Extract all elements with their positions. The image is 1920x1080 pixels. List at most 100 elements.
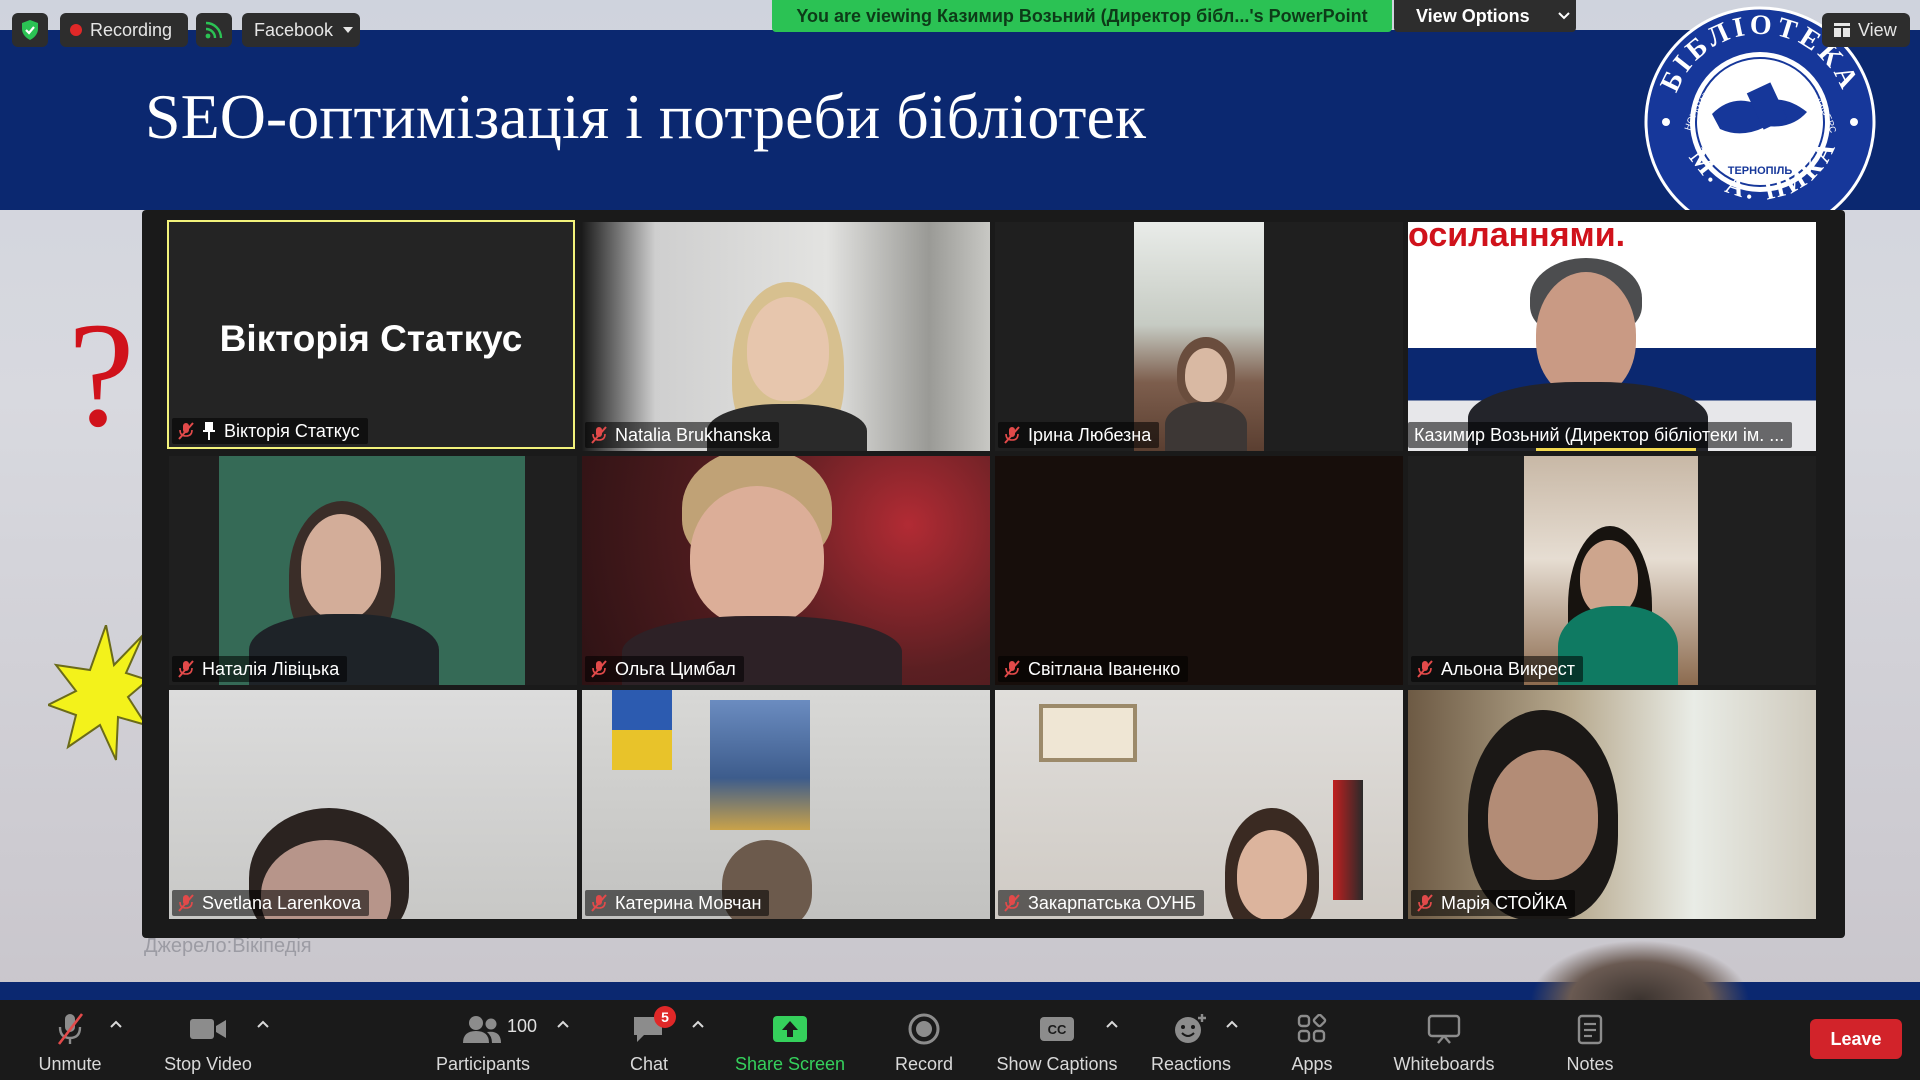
participant-name: Ольга Цимбал (615, 658, 736, 679)
reactions-options-caret-icon[interactable] (1224, 1016, 1240, 1032)
caret-down-icon (343, 27, 354, 33)
record-button[interactable]: Record (884, 1000, 964, 1080)
participants-icon (463, 1016, 501, 1043)
participant-name-tag: Марія СТОЙКА (1411, 890, 1575, 916)
unmute-button[interactable]: Unmute (28, 1000, 112, 1080)
participants-button[interactable]: 100 Participants (432, 1000, 538, 1080)
view-options-button[interactable]: View Options (1394, 0, 1576, 32)
whiteboards-button[interactable]: Whiteboards (1385, 1000, 1503, 1080)
presenter-video-peek (1530, 940, 1750, 1000)
participant-name: Наталія Лівіцька (202, 658, 340, 679)
flag-in-background (612, 730, 672, 770)
notes-label: Notes (1566, 1054, 1614, 1074)
share-screen-label: Share Screen (734, 1054, 846, 1074)
view-options-label: View Options (1416, 5, 1530, 26)
gallery-view: Вікторія Статкус Вікторія Статкус Natali… (142, 210, 1845, 938)
participant-tile[interactable]: Natalia Brukhanska (582, 222, 990, 451)
mic-muted-icon (591, 894, 607, 912)
record-icon (908, 1013, 940, 1045)
video-options-caret-icon[interactable] (255, 1016, 271, 1032)
participant-name: Svetlana Larenkova (202, 892, 362, 913)
meeting-toolbar: Unmute Stop Video 100 Participants 5 Cha… (0, 1000, 1920, 1080)
participant-name-tag: Наталія Лівіцька (172, 656, 348, 682)
participant-name-tag: Альона Викрест (1411, 656, 1584, 682)
reactions-button[interactable]: Reactions (1145, 1000, 1237, 1080)
chat-label: Chat (629, 1054, 669, 1074)
video-camera-icon (190, 1019, 226, 1039)
mic-muted-icon (1417, 660, 1433, 678)
participant-name: Закарпатська ОУНБ (1028, 892, 1197, 913)
captions-options-caret-icon[interactable] (1104, 1016, 1120, 1032)
apps-icon (1297, 1014, 1327, 1043)
whiteboards-label: Whiteboards (1393, 1054, 1495, 1074)
participant-tile[interactable]: Катерина Мовчан (582, 690, 990, 919)
facebook-stream-dropdown[interactable]: Facebook (242, 13, 360, 47)
participant-name-tag: Світлана Іваненко (998, 656, 1189, 682)
audio-options-caret-icon[interactable] (108, 1016, 124, 1032)
mic-muted-icon (1004, 660, 1020, 678)
participant-tile[interactable]: Закарпатська ОУНБ (995, 690, 1403, 919)
participant-name: Катерина Мовчан (615, 892, 762, 913)
recording-indicator[interactable]: Recording (60, 13, 188, 47)
recording-label: Recording (90, 19, 173, 40)
svg-text:CC: CC (1048, 1022, 1067, 1037)
participant-name-tag: Казимир Возьний (Директор бібліотеки ім.… (1408, 422, 1793, 448)
mic-muted-icon (178, 894, 194, 912)
participant-tile[interactable]: Ольга Цимбал (582, 456, 990, 685)
poster-in-background (710, 700, 810, 830)
slide-source: Джерело:Вікіпедія (144, 935, 312, 957)
show-captions-button[interactable]: CC Show Captions (992, 1000, 1122, 1080)
closed-captions-icon: CC (1040, 1017, 1074, 1041)
chat-unread-badge: 5 (654, 1006, 676, 1028)
view-layout-button[interactable]: View (1822, 13, 1910, 47)
participant-tile[interactable]: Марія СТОЙКА (1408, 690, 1816, 919)
participant-tile[interactable]: Альона Викрест (1408, 456, 1816, 685)
view-label: View (1858, 19, 1897, 40)
presenter-background-text: осиланнями. (1408, 222, 1626, 254)
notes-button[interactable]: Notes (1560, 1000, 1620, 1080)
share-screen-button[interactable]: Share Screen (728, 1000, 852, 1080)
live-stream-button[interactable] (196, 13, 232, 47)
participant-name-tag: Ольга Цимбал (585, 656, 744, 682)
participant-name: Світлана Іваненко (1028, 658, 1181, 679)
facebook-label: Facebook (254, 19, 334, 40)
shield-check-icon (22, 20, 38, 40)
participant-name: Вікторія Статкус (224, 420, 360, 441)
question-mark-graphic: ? (68, 292, 135, 458)
participant-tile[interactable]: Вікторія Статкус Вікторія Статкус (167, 220, 575, 449)
participant-name-tag: Svetlana Larenkova (172, 890, 370, 916)
participant-tile[interactable]: Svetlana Larenkova (169, 690, 577, 919)
participant-name: Ірина Любезна (1028, 424, 1152, 445)
apps-label: Apps (1291, 1054, 1333, 1074)
participant-tile[interactable]: Наталія Лівіцька (169, 456, 577, 685)
chat-button[interactable]: 5 Chat (617, 1000, 681, 1080)
participants-count: 100 (507, 1016, 538, 1036)
participant-display-name: Вікторія Статкус (219, 318, 523, 359)
participants-options-caret-icon[interactable] (555, 1016, 571, 1032)
participant-name: Казимир Возьний (Директор бібліотеки ім.… (1414, 424, 1785, 445)
flag-in-background (1333, 780, 1363, 900)
participant-tile[interactable]: Світлана Іваненко (995, 456, 1403, 685)
security-shield-button[interactable] (12, 13, 48, 47)
participant-tile[interactable]: Ірина Любезна (995, 222, 1403, 451)
frame-in-background (1039, 704, 1137, 762)
leave-button[interactable]: Leave (1810, 1019, 1902, 1059)
participant-name-tag: Катерина Мовчан (585, 890, 770, 916)
stop-video-button[interactable]: Stop Video (157, 1000, 259, 1080)
mic-muted-icon (1004, 894, 1020, 912)
chat-options-caret-icon[interactable] (690, 1016, 706, 1032)
reactions-label: Reactions (1150, 1054, 1232, 1074)
mic-muted-icon (57, 1013, 84, 1045)
participant-tile[interactable]: осиланнями. Казимир Возьний (Директор бі… (1408, 222, 1816, 451)
participant-name-tag: Закарпатська ОУНБ (998, 890, 1205, 916)
mic-muted-icon (178, 660, 194, 678)
apps-button[interactable]: Apps (1280, 1000, 1344, 1080)
mic-muted-icon (591, 660, 607, 678)
active-speaker-indicator (1536, 448, 1696, 451)
rss-icon (205, 21, 223, 39)
svg-text:ТЕРНОПІЛЬ: ТЕРНОПІЛЬ (1728, 165, 1793, 177)
participant-name: Natalia Brukhanska (615, 424, 772, 445)
show-captions-label: Show Captions (996, 1054, 1118, 1074)
record-label: Record (894, 1054, 954, 1074)
record-dot-icon (70, 24, 82, 36)
